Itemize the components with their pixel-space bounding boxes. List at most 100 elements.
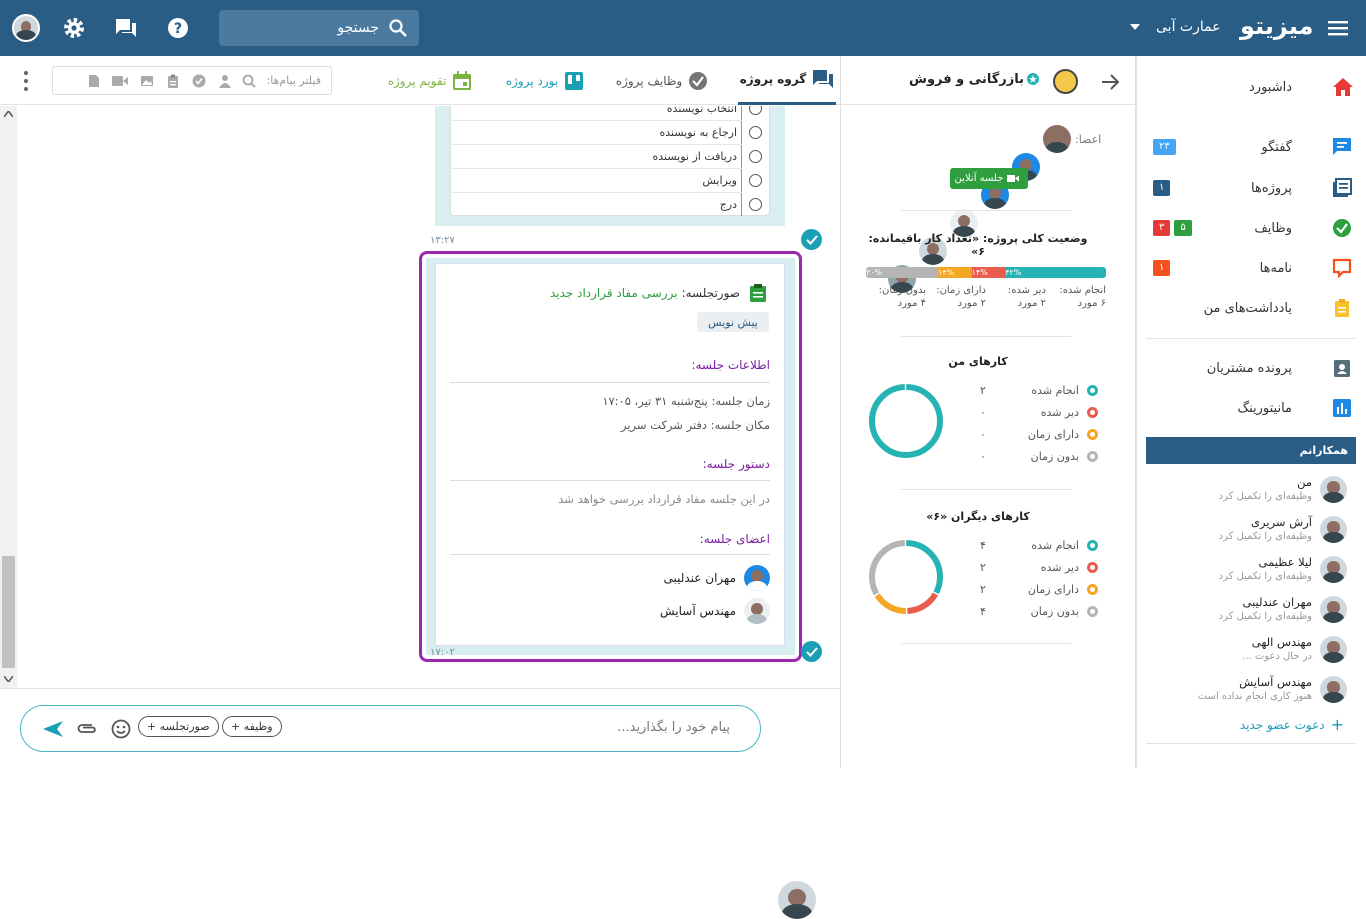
tab-label: بورد پروژه (505, 73, 559, 88)
add-task-chip[interactable]: + وظیفه (222, 716, 282, 737)
legend-value: ۴ (980, 539, 986, 552)
sidebar-item-chat[interactable]: گفتگو ۲۳ (1146, 130, 1356, 164)
task-legend-row: انجام شده ۲ (980, 384, 1098, 397)
count-badge: ۱ (1153, 180, 1171, 196)
colleague-item[interactable]: مهندس الهی در حال دعوت ... (1146, 633, 1356, 673)
attachment-icon[interactable] (76, 721, 98, 735)
legend-value: ۰ (980, 450, 986, 463)
checkbox-icon[interactable] (749, 150, 762, 163)
search-input[interactable]: جستجو (337, 20, 379, 36)
back-arrow-icon[interactable] (1098, 70, 1122, 94)
board-icon (565, 71, 584, 90)
user-avatar[interactable] (12, 14, 40, 42)
checklist-item[interactable]: ارجاع به نویسنده (450, 120, 762, 144)
help-icon[interactable]: ? (166, 16, 190, 40)
add-minutes-chip[interactable]: + صورتجلسه (138, 716, 219, 737)
member-avatar (744, 598, 770, 624)
legend-label: دیر شده (1040, 561, 1079, 574)
colleague-avatar (1320, 556, 1347, 583)
video-filter-icon (112, 75, 129, 86)
legend-label: دارای زمان (1027, 428, 1079, 441)
sidebar-item-letters[interactable]: نامه‌ها ۱ (1146, 251, 1356, 285)
tab-project-tasks[interactable]: وظایف پروژه (612, 56, 712, 105)
checklist-item[interactable]: ویرایش (450, 168, 762, 192)
checkbox-icon[interactable] (749, 174, 762, 187)
tab-project-calendar[interactable]: تقویم پروژه (380, 56, 480, 105)
sidebar-item-tasks[interactable]: وظایف ۵ ۳ (1146, 211, 1356, 245)
sidebar-item-dashboard[interactable]: داشبورد (1146, 70, 1356, 104)
online-meeting-button[interactable]: جلسه آنلاین (950, 168, 1028, 189)
sidebar-item-customers[interactable]: پرونده مشتریان (1146, 351, 1356, 385)
checklist-label: انتخاب نویسنده (666, 106, 737, 115)
message-list[interactable]: انتخاب نویسنده ارجاع به نویسنده دریافت از … (0, 106, 835, 688)
search-icon (389, 19, 407, 37)
my-tasks-donut (869, 384, 943, 458)
task-legend-row: انجام شده ۴ (980, 539, 1098, 552)
colleague-item[interactable]: من وظیفه‌ای را تکمیل کرد (1146, 473, 1356, 513)
chat-icon[interactable] (114, 16, 138, 40)
colleague-status: در حال دعوت ... (1242, 651, 1312, 662)
message-input[interactable]: پیام خود را بگذارید... (480, 720, 730, 735)
send-icon[interactable] (42, 720, 64, 738)
gear-icon[interactable] (62, 16, 86, 40)
minutes-title-row: صورتجلسه: بررسی مفاد قرارداد جدید (480, 286, 740, 300)
brand-logo[interactable]: میزیتو (1240, 12, 1313, 40)
svg-text:?: ? (174, 21, 182, 37)
sidebar-item-notes[interactable]: یادداشت‌های من (1146, 291, 1356, 325)
legend-label: دیر شده: (1007, 285, 1046, 296)
colleague-avatar (1320, 676, 1347, 703)
sidebar-item-label: یادداشت‌های من (1203, 300, 1292, 316)
agenda-heading: دستور جلسه: (702, 457, 770, 471)
scrollbar[interactable] (0, 106, 17, 688)
workspace-dropdown[interactable]: عمارت آبی (1130, 14, 1221, 40)
colleague-avatar (1320, 636, 1347, 663)
tab-project-group[interactable]: گروه پروژه (738, 56, 836, 105)
search-box[interactable]: جستجو (219, 10, 419, 46)
image-filter-icon (141, 75, 154, 86)
members-label: اعضا: (1075, 133, 1102, 146)
projects-icon (1333, 178, 1352, 197)
legend-label: دارای زمان (1027, 583, 1079, 596)
checkbox-icon[interactable] (749, 198, 762, 211)
member-avatar[interactable] (1043, 125, 1071, 153)
done-badge: ۵ (1174, 220, 1192, 236)
colleague-item[interactable]: آرش سریری وظیفه‌ای را تکمیل کرد (1146, 513, 1356, 553)
colleague-avatar (1320, 596, 1347, 623)
legend-ring-icon (1087, 385, 1098, 396)
project-logo (1053, 69, 1078, 94)
donut-slice (869, 384, 943, 458)
divider (1146, 338, 1356, 339)
checklist-item[interactable]: انتخاب نویسنده (450, 106, 762, 120)
legend-ring-icon (1087, 540, 1098, 551)
divider (450, 382, 770, 383)
meeting-members-heading: اعضای جلسه: (699, 532, 770, 546)
chevron-down-icon (1130, 24, 1140, 30)
checkbox-icon[interactable] (749, 126, 762, 139)
meeting-member[interactable]: مهران عندلیبی (450, 565, 770, 591)
scrollbar-thumb[interactable] (2, 556, 15, 668)
menu-icon[interactable] (1326, 16, 1350, 40)
sidebar-item-monitoring[interactable]: مانیتورینگ (1146, 391, 1356, 425)
progress-legend-item: انجام شده: ۶ مورد (1046, 285, 1106, 309)
checklist-item[interactable]: دریافت از نویسنده (450, 144, 762, 168)
checklist-item[interactable]: درج (450, 192, 762, 216)
meeting-member[interactable]: مهندس آسایش (450, 598, 770, 624)
sidebar-item-projects[interactable]: پروژه‌ها ۱ (1146, 171, 1356, 205)
online-meeting-label: جلسه آنلاین (954, 173, 1004, 184)
progress-segment: ۳۰% (866, 267, 939, 278)
legend-label: انجام شده: (1059, 285, 1106, 296)
late-badge: ۳ (1153, 220, 1171, 236)
colleague-item[interactable]: لیلا عظیمی وظیفه‌ای را تکمیل کرد (1146, 553, 1356, 593)
task-legend-row: دارای زمان ۲ (980, 583, 1098, 596)
home-icon (1333, 78, 1353, 96)
top-bar: میزیتو عمارت آبی جستجو ? (0, 0, 1366, 56)
minutes-title[interactable]: بررسی مفاد قرارداد جدید (550, 286, 678, 300)
colleague-item[interactable]: مهندس آسایش هنوز کاری انجام نداده است (1146, 673, 1356, 713)
legend-label: انجام شده (1031, 384, 1079, 397)
colleague-item[interactable]: مهران عندلیبی وظیفه‌ای را تکمیل کرد (1146, 593, 1356, 633)
emoji-icon[interactable] (111, 719, 131, 739)
invite-member-link[interactable]: + دعوت عضو جدید (1230, 715, 1344, 734)
tab-project-board[interactable]: بورد پروژه (500, 56, 590, 105)
more-options-icon[interactable] (22, 71, 30, 91)
sidebar-item-label: مانیتورینگ (1237, 400, 1292, 416)
